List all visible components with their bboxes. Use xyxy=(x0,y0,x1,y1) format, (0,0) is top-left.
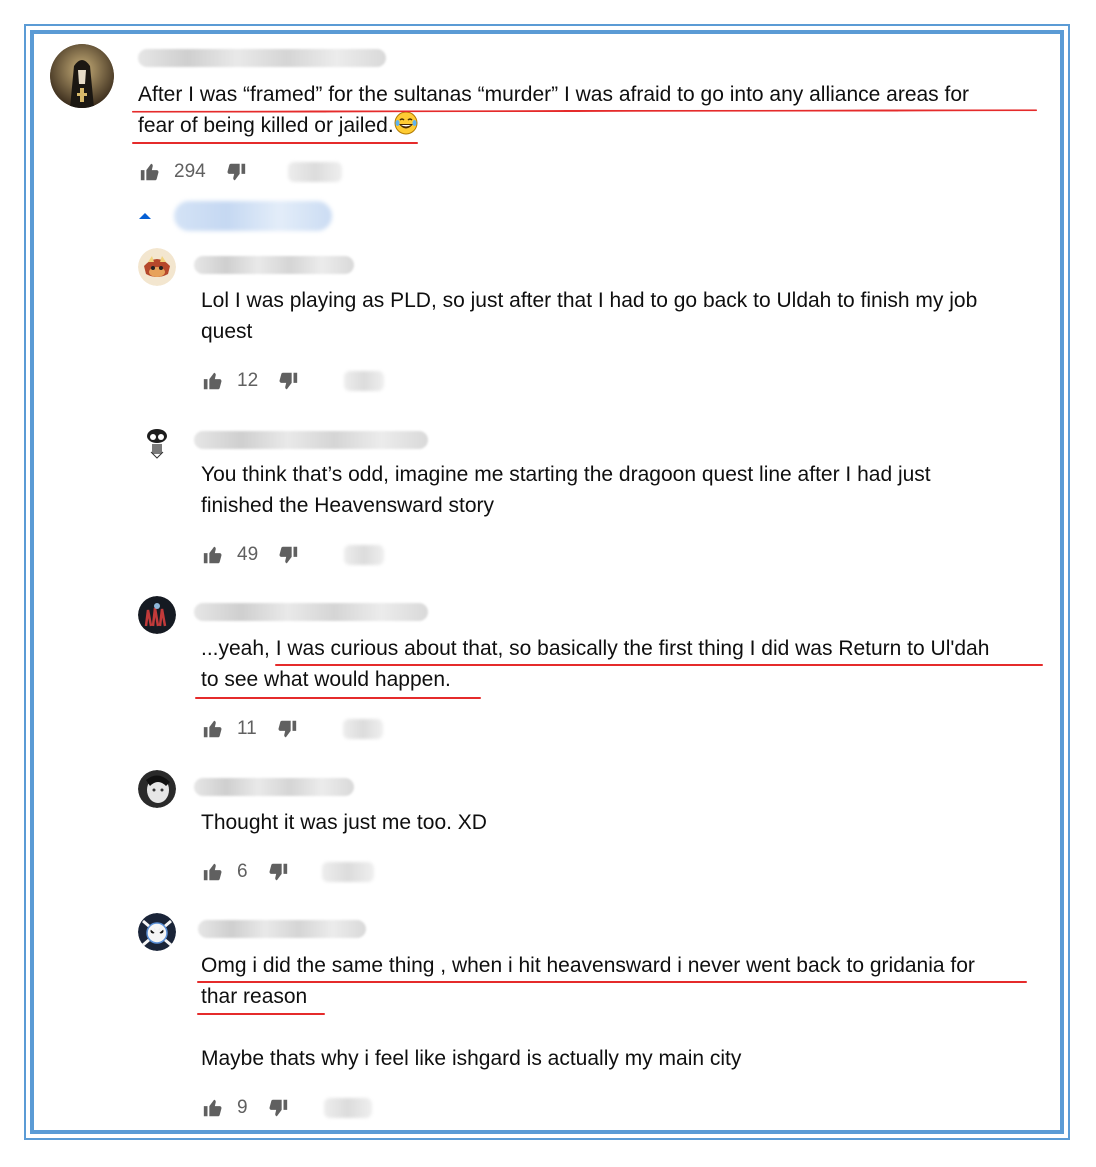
reply-5-underline-2 xyxy=(197,1013,325,1015)
reply-button-redacted[interactable] xyxy=(287,162,342,182)
top-comment-text-line2-content: fear of being killed or jailed. xyxy=(138,114,394,137)
reply-5-text-line2: thar reason xyxy=(201,985,308,1008)
thumbs-up-icon[interactable] xyxy=(201,718,225,740)
reply-4-actions: 6 xyxy=(201,859,374,885)
like-count: 49 xyxy=(237,544,259,565)
thumbs-down-icon[interactable] xyxy=(275,718,299,740)
reply-3-underline-2 xyxy=(195,697,481,699)
reply-1-avatar[interactable] xyxy=(138,248,176,286)
replies-toggle-label-redacted[interactable] xyxy=(174,201,332,231)
reply-2-text-line2: finished the Heavensward story xyxy=(201,494,494,517)
reply-2-avatar[interactable] xyxy=(138,422,176,460)
reply-5-author-redacted[interactable] xyxy=(198,920,366,938)
reply-3-actions: 11 xyxy=(201,716,383,742)
reply-5-text-line3: Maybe thats why i feel like ishgard is a… xyxy=(201,1047,742,1070)
reply-4-author-redacted[interactable] xyxy=(194,778,354,796)
reply-2-author-redacted[interactable] xyxy=(194,431,428,449)
reply-button-redacted[interactable] xyxy=(321,862,374,882)
thumbs-down-icon[interactable] xyxy=(266,861,290,883)
reply-2-text-line1: You think that’s odd, imagine me startin… xyxy=(201,463,931,486)
reply-button-redacted[interactable] xyxy=(344,545,385,565)
top-comment-underline-2 xyxy=(132,142,418,144)
like-count: 11 xyxy=(237,718,257,739)
reply-4-avatar[interactable] xyxy=(138,770,176,808)
replies-toggle[interactable] xyxy=(138,200,332,232)
like-count: 12 xyxy=(237,370,259,391)
top-comment-actions: 294 xyxy=(138,159,342,185)
top-comment-text-line1: After I was “framed” for the sultanas “m… xyxy=(138,83,970,106)
reply-1-actions: 12 xyxy=(201,368,385,394)
reply-3-text-line2: to see what would happen. xyxy=(201,668,451,691)
thumbs-down-icon[interactable] xyxy=(224,161,248,183)
reply-button-redacted[interactable] xyxy=(323,1098,372,1118)
reply-3-text-line1: ...yeah, I was curious about that, so ba… xyxy=(201,637,990,660)
thumbs-up-icon[interactable] xyxy=(201,544,225,566)
thumbs-down-icon[interactable] xyxy=(266,1097,290,1119)
reply-4-text-line1: Thought it was just me too. XD xyxy=(201,811,487,834)
like-count: 6 xyxy=(237,861,248,882)
caret-up-icon xyxy=(139,213,151,219)
laughing-emoji-icon xyxy=(394,111,418,144)
thumbs-up-icon[interactable] xyxy=(138,161,162,183)
reply-5-actions: 9 xyxy=(201,1095,372,1121)
thumbs-up-icon[interactable] xyxy=(201,1097,225,1119)
reply-1-author-redacted[interactable] xyxy=(194,256,354,274)
reply-3-underline-1 xyxy=(275,664,1043,666)
thumbs-down-icon[interactable] xyxy=(276,544,300,566)
top-comment-avatar[interactable] xyxy=(50,44,114,108)
thumbs-up-icon[interactable] xyxy=(201,861,225,883)
reply-5-text-line1: Omg i did the same thing , when i hit he… xyxy=(201,954,975,977)
reply-button-redacted[interactable] xyxy=(344,371,385,391)
reply-1-text-line2: quest xyxy=(201,320,253,343)
reply-3-avatar[interactable] xyxy=(138,596,176,634)
top-comment-text-line2: fear of being killed or jailed. xyxy=(138,110,418,144)
like-count: 294 xyxy=(174,161,206,182)
reply-5-avatar[interactable] xyxy=(138,913,176,951)
top-comment-author-redacted[interactable] xyxy=(138,49,386,67)
thumbs-down-icon[interactable] xyxy=(276,370,300,392)
thumbs-up-icon[interactable] xyxy=(201,370,225,392)
reply-1-text-line1: Lol I was playing as PLD, so just after … xyxy=(201,289,978,312)
reply-3-author-redacted[interactable] xyxy=(194,603,428,621)
reply-2-actions: 49 xyxy=(201,542,385,568)
reply-button-redacted[interactable] xyxy=(342,719,383,739)
like-count: 9 xyxy=(237,1097,248,1118)
reply-5-underline-1 xyxy=(197,981,1027,983)
